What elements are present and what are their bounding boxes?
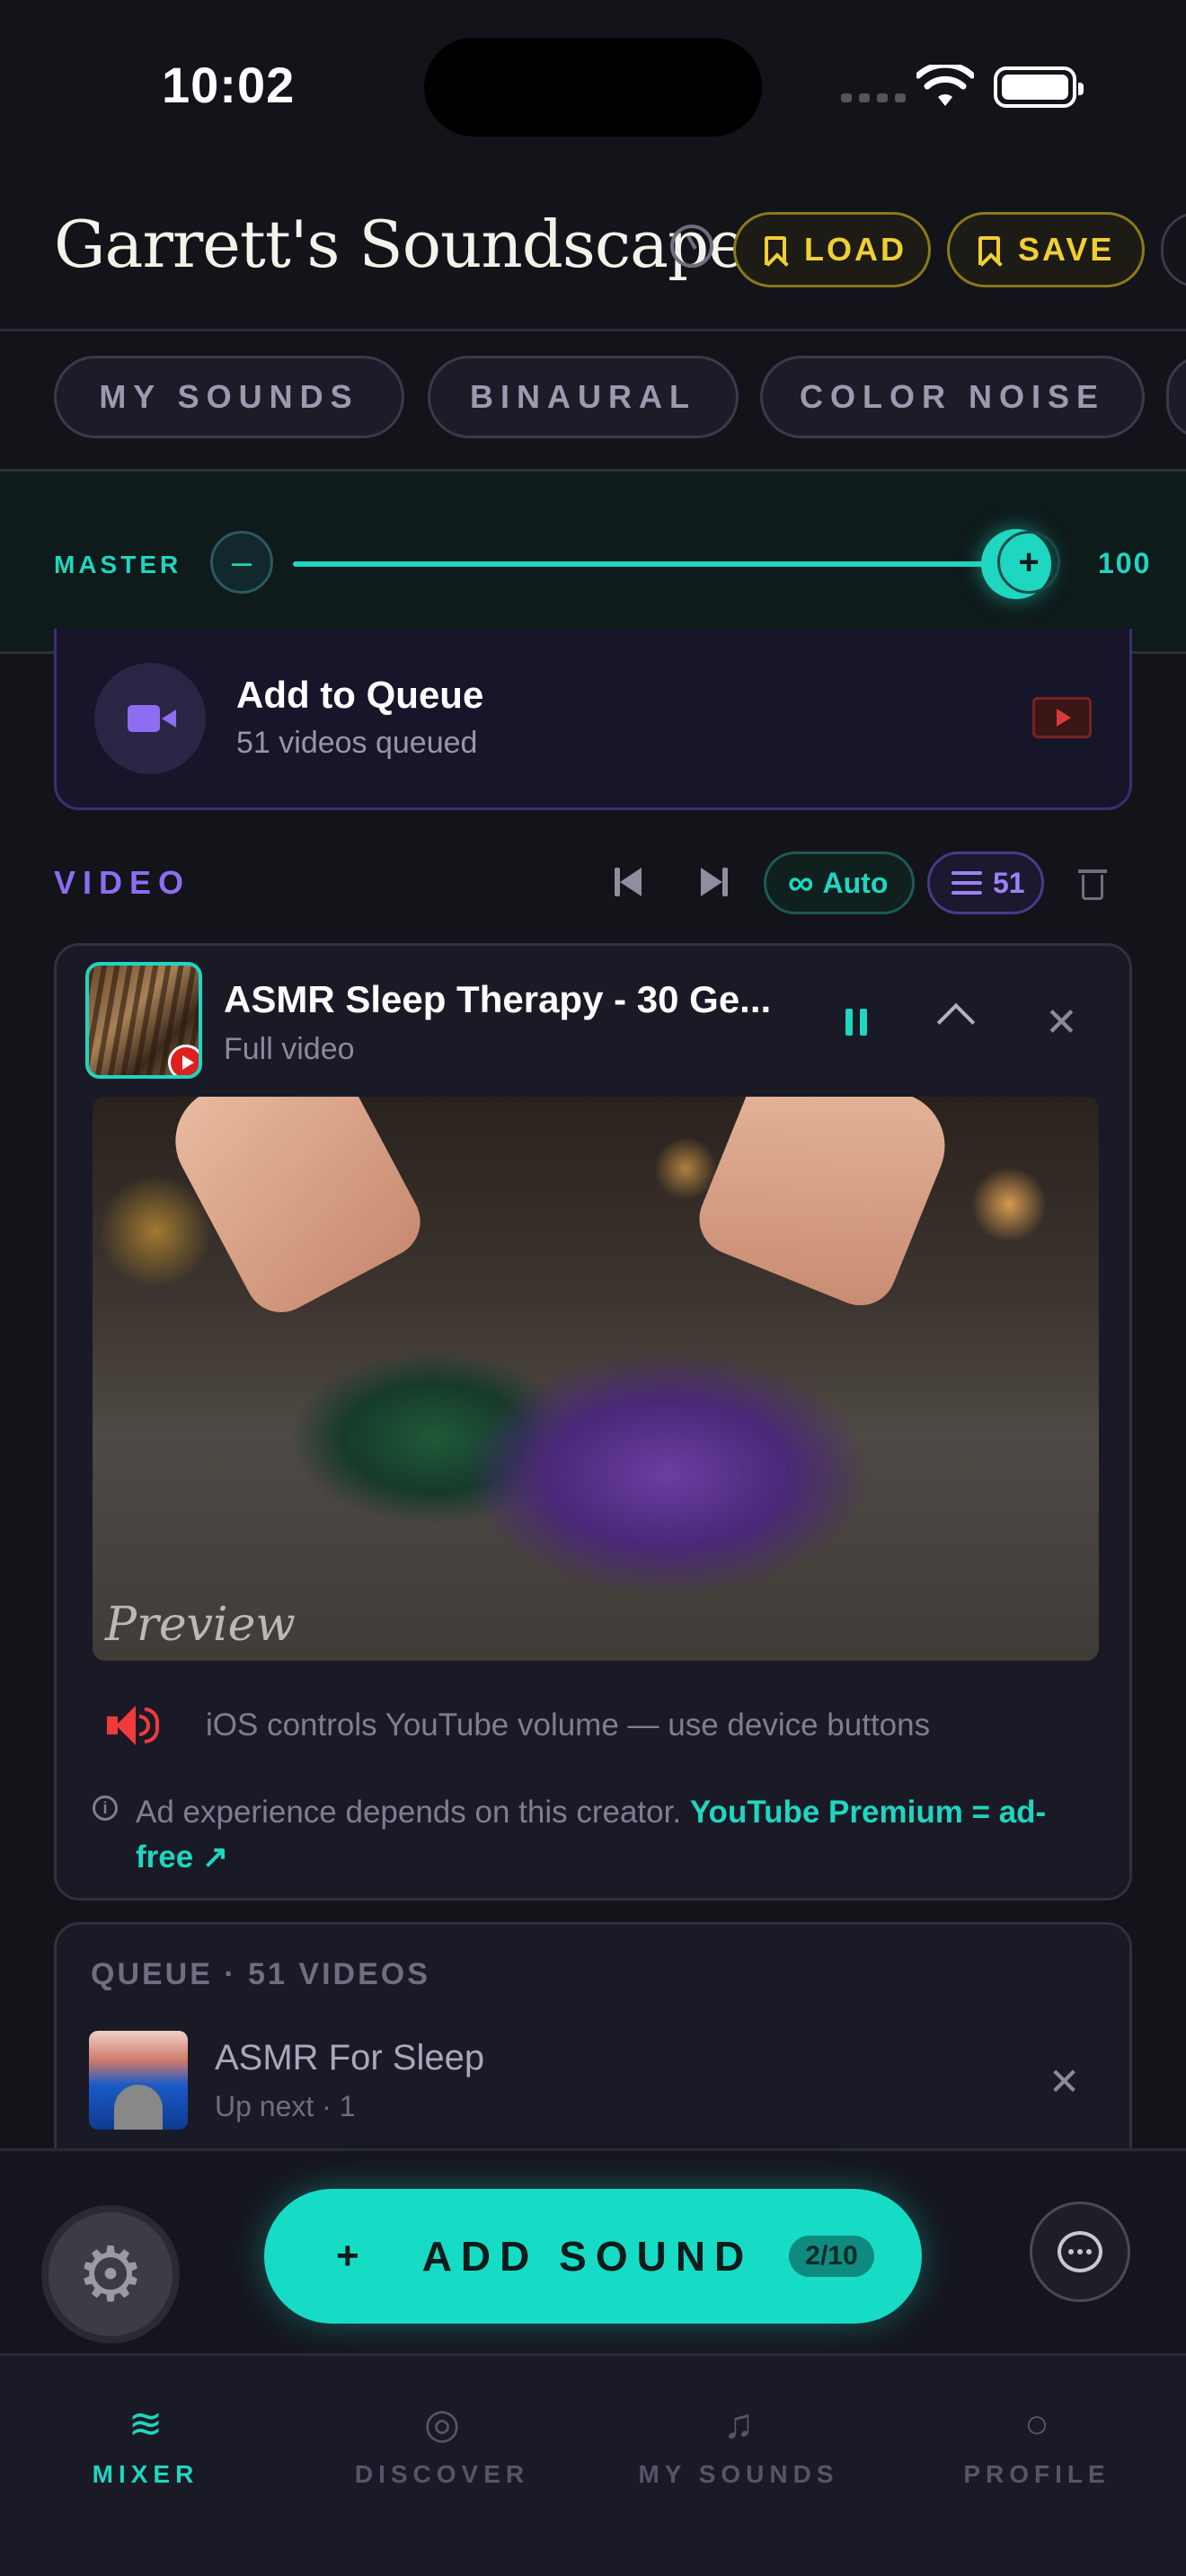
page-title: Garrett's Soundscape: [54, 207, 747, 282]
autoplay-label: Auto: [822, 866, 889, 899]
video-frame-hand-left: [156, 1097, 433, 1326]
tab-overflow[interactable]: [1166, 356, 1186, 438]
master-decrease-button[interactable]: –: [210, 531, 273, 594]
volume-note-row: iOS controls YouTube volume — use device…: [107, 1697, 1095, 1751]
sound-count-badge: 2/10: [789, 2236, 874, 2277]
load-button-label: LOAD: [804, 231, 907, 268]
nav-discover[interactable]: ◎ DISCOVER: [307, 2392, 577, 2489]
cellular-signal-icon: [841, 93, 906, 102]
ad-note-row: i Ad experience depends on this creator.…: [93, 1790, 1099, 1880]
volume-note: iOS controls YouTube volume — use device…: [206, 1707, 931, 1742]
chevron-up-icon[interactable]: [936, 1002, 976, 1042]
previous-track-icon[interactable]: [615, 868, 642, 896]
autoplay-toggle[interactable]: ∞ Auto: [764, 851, 915, 914]
now-playing-card: ASMR Sleep Therapy - 30 Ge... Full video…: [54, 943, 1132, 1901]
queue-count-label: 51: [993, 866, 1025, 899]
video-section-header: VIDEO ∞ Auto 51: [0, 851, 1186, 914]
nav-mixer[interactable]: ≋ MIXER: [11, 2392, 280, 2489]
settings-gear-icon[interactable]: ⚙: [41, 2205, 180, 2343]
add-to-queue-subtitle: 51 videos queued: [236, 726, 478, 760]
discover-icon: ◎: [423, 2400, 461, 2447]
wifi-icon: [916, 65, 974, 106]
video-section-label: VIDEO: [54, 864, 191, 901]
master-volume-value: 100: [1098, 547, 1152, 579]
pause-icon[interactable]: [845, 1009, 867, 1036]
next-track-icon[interactable]: [701, 868, 728, 896]
nav-my-sounds-label: MY SOUNDS: [638, 2460, 839, 2488]
category-tabs: MY SOUNDS BINAURAL COLOR NOISE: [0, 356, 1186, 442]
sleep-timer-icon[interactable]: [670, 225, 713, 268]
youtube-badge-icon: [168, 1045, 199, 1075]
queue-card: QUEUE · 51 VIDEOS ASMR For Sleep Up next…: [54, 1922, 1132, 2156]
master-volume-bar: MASTER – + 100: [0, 469, 1186, 654]
video-title: ASMR Sleep Therapy - 30 Ge...: [224, 978, 772, 1020]
queue-item-title[interactable]: ASMR For Sleep: [215, 2038, 484, 2078]
speaker-icon: [107, 1706, 161, 1745]
trash-icon[interactable]: [1078, 866, 1107, 900]
video-camera-icon: [94, 663, 206, 774]
queue-item-thumbnail: [89, 2031, 188, 2130]
more-header-button[interactable]: [1161, 212, 1186, 287]
tab-color-noise[interactable]: COLOR NOISE: [760, 356, 1145, 438]
add-to-queue-title: Add to Queue: [236, 674, 484, 716]
queue-item-subtitle: Up next · 1: [215, 2090, 356, 2122]
nav-discover-label: DISCOVER: [354, 2460, 530, 2488]
action-bar: ⚙ + ADD SOUND 2/10: [0, 2148, 1186, 2353]
bottom-nav: ≋ MIXER ◎ DISCOVER ♫ MY SOUNDS ○ PROFILE: [0, 2353, 1186, 2576]
nav-profile-label: PROFILE: [963, 2460, 1111, 2488]
infinity-icon: ∞: [788, 862, 814, 903]
master-volume-slider[interactable]: [293, 561, 1012, 567]
remove-queue-item-icon[interactable]: ✕: [1049, 2060, 1080, 2104]
queue-heading: QUEUE · 51 VIDEOS: [91, 1957, 430, 1991]
add-to-queue-card[interactable]: Add to Queue 51 videos queued: [54, 629, 1132, 810]
app-header: Garrett's Soundscape LOAD SAVE: [0, 189, 1186, 329]
queue-count-button[interactable]: 51: [927, 851, 1044, 914]
preview-watermark: Preview: [105, 1598, 296, 1652]
video-subtitle: Full video: [224, 1032, 355, 1066]
profile-icon: ○: [1024, 2400, 1049, 2447]
master-increase-button[interactable]: +: [997, 531, 1060, 594]
tab-my-sounds[interactable]: MY SOUNDS: [54, 356, 404, 438]
music-note-icon: ♫: [722, 2400, 755, 2447]
load-button[interactable]: LOAD: [733, 212, 931, 287]
save-button-label: SAVE: [1018, 231, 1115, 268]
status-bar: 10:02: [0, 0, 1186, 171]
video-frame-hand-right: [688, 1097, 961, 1317]
nav-mixer-label: MIXER: [92, 2460, 199, 2488]
tab-binaural[interactable]: BINAURAL: [428, 356, 739, 438]
header-divider: [0, 329, 1186, 331]
ad-note: Ad experience depends on this creator.: [136, 1795, 682, 1830]
master-label: MASTER: [54, 551, 182, 578]
info-icon: i: [93, 1795, 118, 1821]
nav-profile[interactable]: ○ PROFILE: [902, 2392, 1172, 2489]
chat-bubble-icon: [1058, 2231, 1102, 2272]
bookmark-icon: [978, 236, 1000, 265]
waves-icon: ≋: [128, 2400, 164, 2447]
add-sound-button[interactable]: + ADD SOUND 2/10: [264, 2189, 922, 2324]
bookmark-icon: [765, 236, 786, 265]
dynamic-island: [424, 38, 762, 137]
add-sound-label: ADD SOUND: [421, 2233, 754, 2280]
list-icon: [951, 871, 982, 895]
nav-my-sounds[interactable]: ♫ MY SOUNDS: [604, 2392, 873, 2489]
status-time: 10:02: [162, 57, 296, 113]
save-button[interactable]: SAVE: [947, 212, 1145, 287]
video-player[interactable]: Preview: [93, 1097, 1099, 1661]
plus-icon: +: [336, 2234, 368, 2278]
video-thumbnail: [85, 962, 202, 1079]
chat-button[interactable]: [1030, 2201, 1130, 2302]
youtube-icon[interactable]: [1032, 697, 1092, 738]
close-icon[interactable]: ✕: [1045, 1003, 1078, 1043]
battery-icon: [994, 66, 1084, 108]
